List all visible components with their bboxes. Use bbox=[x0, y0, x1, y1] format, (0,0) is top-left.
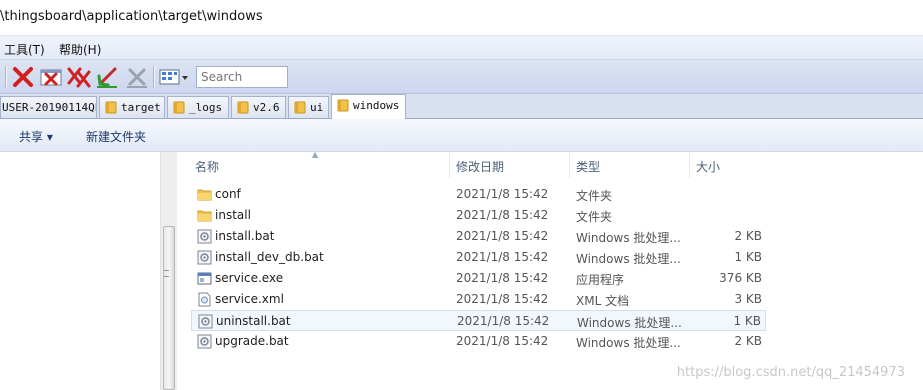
column-header-size[interactable]: 大小 bbox=[690, 152, 770, 178]
batch-file-icon bbox=[197, 229, 212, 244]
file-type: 应用程序 bbox=[576, 273, 625, 287]
file-date: 2021/1/8 15:42 bbox=[456, 271, 549, 285]
file-row[interactable]: conf 2021/1/8 15:42 文件夹 bbox=[191, 184, 766, 205]
batch-file-icon bbox=[197, 334, 212, 349]
view-mode-icon[interactable] bbox=[158, 64, 190, 90]
tab-bar: USER-20190114QP target _logs v2.6 ui win… bbox=[0, 94, 923, 119]
menu-bar: 工具(T) 帮助(H) bbox=[0, 36, 923, 60]
file-name: install.bat bbox=[215, 229, 275, 243]
file-type: 文件夹 bbox=[576, 210, 613, 224]
new-folder-button[interactable]: 新建文件夹 bbox=[86, 128, 146, 145]
column-header-type[interactable]: 类型 bbox=[570, 152, 690, 178]
address-bar[interactable]: \thingsboard\application\target\windows bbox=[0, 0, 923, 36]
file-name: upgrade.bat bbox=[215, 334, 289, 348]
file-size: 2 KB bbox=[734, 229, 762, 243]
file-size: 3 KB bbox=[734, 292, 762, 306]
file-row[interactable]: install_dev_db.bat 2021/1/8 15:42 Window… bbox=[191, 247, 766, 268]
file-type: XML 文档 bbox=[576, 294, 630, 308]
file-name: service.exe bbox=[215, 271, 284, 285]
search-input[interactable]: Search bbox=[196, 66, 288, 88]
toolbar bbox=[0, 60, 923, 94]
file-name: uninstall.bat bbox=[216, 314, 291, 328]
file-size: 376 KB bbox=[719, 271, 762, 285]
file-name: service.xml bbox=[215, 292, 284, 306]
folder-icon bbox=[197, 210, 212, 222]
file-date: 2021/1/8 15:42 bbox=[456, 229, 549, 243]
watermark: https://blog.csdn.net/qq_21454973 bbox=[676, 365, 905, 380]
file-row[interactable]: install.bat 2021/1/8 15:42 Windows 批处理..… bbox=[191, 226, 766, 247]
file-date: 2021/1/8 15:42 bbox=[456, 187, 549, 201]
file-size: 1 KB bbox=[733, 314, 761, 328]
tab-windows[interactable]: windows bbox=[331, 94, 406, 119]
folder-icon bbox=[173, 101, 185, 114]
scrollbar-thumb[interactable] bbox=[163, 226, 175, 390]
undo-green-icon[interactable] bbox=[94, 64, 120, 90]
file-type: Windows 批处理... bbox=[576, 336, 681, 350]
tab-user[interactable]: USER-20190114QP bbox=[0, 96, 97, 118]
tab-v26[interactable]: v2.6 bbox=[231, 96, 286, 118]
share-button[interactable]: 共享 ▾ bbox=[19, 128, 53, 145]
folder-icon bbox=[197, 189, 212, 201]
batch-file-icon bbox=[198, 314, 213, 329]
file-date: 2021/1/8 15:42 bbox=[456, 292, 549, 306]
file-row-selected[interactable]: uninstall.bat 2021/1/8 15:42 Windows 批处理… bbox=[191, 310, 766, 331]
file-date: 2021/1/8 15:42 bbox=[457, 314, 550, 328]
command-bar: 共享 ▾ 新建文件夹 bbox=[0, 119, 923, 152]
disabled-icon[interactable] bbox=[124, 64, 150, 90]
file-type: 文件夹 bbox=[576, 189, 613, 203]
folder-icon bbox=[237, 101, 249, 114]
column-header-date[interactable]: 修改日期 bbox=[450, 152, 570, 178]
file-size: 1 KB bbox=[734, 250, 762, 264]
folder-icon bbox=[105, 101, 117, 114]
exe-file-icon bbox=[197, 272, 212, 285]
file-row[interactable]: upgrade.bat 2021/1/8 15:42 Windows 批处理..… bbox=[191, 331, 766, 352]
file-type: Windows 批处理... bbox=[576, 231, 681, 245]
file-name: conf bbox=[215, 187, 241, 201]
file-type: Windows 批处理... bbox=[576, 252, 681, 266]
delete-window-icon[interactable] bbox=[38, 64, 64, 90]
file-row[interactable]: service.exe 2021/1/8 15:42 应用程序 376 KB bbox=[191, 268, 766, 289]
file-date: 2021/1/8 15:42 bbox=[456, 334, 549, 348]
delete-icon[interactable] bbox=[10, 64, 36, 90]
toolbar-separator bbox=[5, 66, 6, 88]
column-header-name[interactable]: 名称 bbox=[189, 152, 450, 178]
batch-file-icon bbox=[197, 250, 212, 265]
file-row[interactable]: service.xml 2021/1/8 15:42 XML 文档 3 KB bbox=[191, 289, 766, 310]
tab-ui[interactable]: ui bbox=[288, 96, 329, 118]
file-type: Windows 批处理... bbox=[577, 316, 682, 330]
xml-file-icon bbox=[198, 292, 211, 307]
toolbar-separator bbox=[153, 66, 154, 88]
file-name: install bbox=[215, 208, 251, 222]
file-size: 2 KB bbox=[734, 334, 762, 348]
tab-logs[interactable]: _logs bbox=[167, 96, 229, 118]
sort-ascending-icon: ▲ bbox=[312, 150, 319, 159]
scrollbar-grip bbox=[164, 270, 169, 277]
file-row[interactable]: install 2021/1/8 15:42 文件夹 bbox=[191, 205, 766, 226]
file-date: 2021/1/8 15:42 bbox=[456, 250, 549, 264]
folder-icon bbox=[294, 101, 306, 114]
menu-help[interactable]: 帮助(H) bbox=[59, 41, 101, 58]
delete-multiple-icon[interactable] bbox=[66, 64, 92, 90]
address-path[interactable]: \thingsboard\application\target\windows bbox=[0, 9, 263, 24]
file-name: install_dev_db.bat bbox=[215, 250, 324, 264]
menu-tools[interactable]: 工具(T) bbox=[4, 41, 45, 58]
file-date: 2021/1/8 15:42 bbox=[456, 208, 549, 222]
navigation-pane[interactable] bbox=[0, 152, 160, 390]
folder-icon bbox=[337, 99, 349, 112]
nav-scrollbar[interactable] bbox=[160, 152, 177, 390]
tab-target[interactable]: target bbox=[99, 96, 165, 118]
